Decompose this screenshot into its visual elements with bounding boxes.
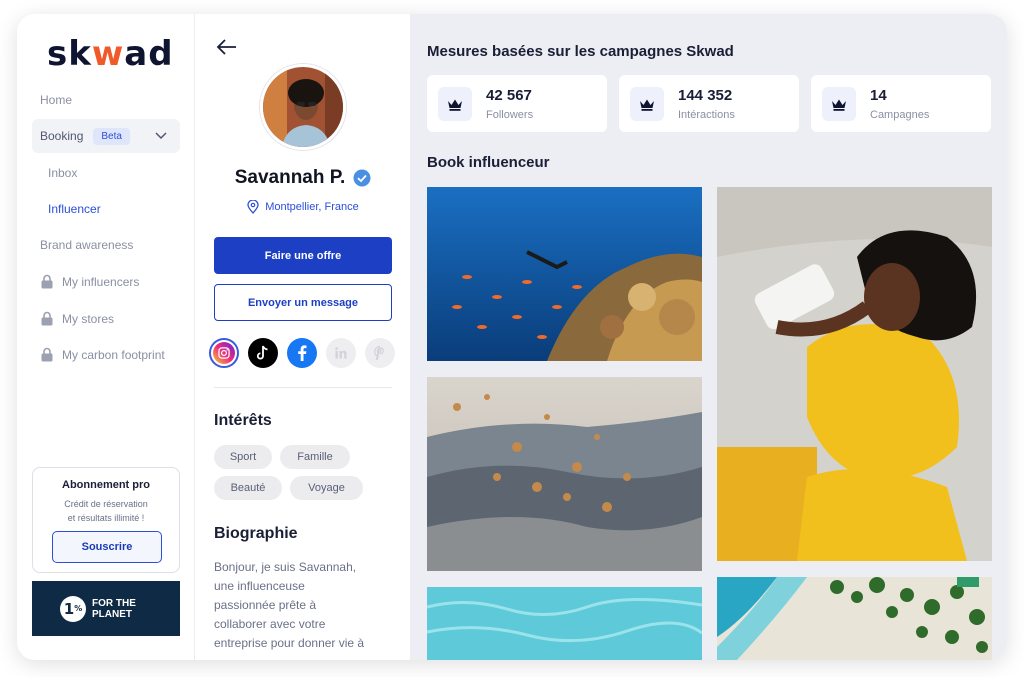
profile-name: Savannah P. xyxy=(234,167,346,188)
sidebar-item-label: My stores xyxy=(62,311,115,326)
interest-tag: Famille xyxy=(280,445,350,469)
sidebar-item-my-carbon-footprint[interactable]: My carbon footprint xyxy=(40,347,165,362)
facebook-icon xyxy=(298,345,307,361)
one-percent-for-the-planet-logo: 1% FOR THE PLANET xyxy=(32,581,180,636)
stat-label: Followers xyxy=(486,109,534,121)
tiktok-link[interactable] xyxy=(248,338,278,368)
instagram-icon xyxy=(213,342,235,364)
sidebar-item-label: Home xyxy=(40,93,73,107)
biography-line: Bonjour, je suis Savannah, xyxy=(214,560,357,574)
stat-card-interactions: 144 352 Intéractions xyxy=(619,75,799,132)
interests-title: Intérêts xyxy=(214,412,272,429)
location-text: Montpellier, France xyxy=(265,201,359,213)
pool-image xyxy=(427,587,702,660)
lock-icon xyxy=(41,274,53,289)
sidebar-item-influencer[interactable]: Influencer xyxy=(48,202,101,216)
sidebar-item-my-influencers[interactable]: My influencers xyxy=(40,274,139,289)
profile-location: Montpellier, France xyxy=(195,200,411,214)
planet-line: PLANET xyxy=(92,608,132,620)
sidebar-item-label: Booking xyxy=(40,129,84,143)
sidebar-item-brand-awareness[interactable]: Brand awareness xyxy=(40,238,133,252)
crown-icon-wrap xyxy=(630,87,664,121)
biography-text: Bonjour, je suis Savannah, une influence… xyxy=(214,558,394,653)
biography-title: Biographie xyxy=(214,525,298,542)
biography-line: passionnée prête à xyxy=(214,598,317,612)
biography-line: une influenceuse xyxy=(214,579,305,593)
stat-card-followers: 42 567 Followers xyxy=(427,75,607,132)
lock-icon xyxy=(41,311,53,326)
subscription-line: et résultats illimité ! xyxy=(67,513,145,523)
send-message-button[interactable]: Envoyer un message xyxy=(214,284,392,321)
arrow-left-icon[interactable] xyxy=(216,38,238,56)
stat-label: Intéractions xyxy=(678,109,735,121)
profile-name-row: Savannah P. xyxy=(195,167,411,189)
social-links xyxy=(209,338,395,368)
chevron-down-icon xyxy=(155,132,167,140)
sidebar-item-home[interactable]: Home xyxy=(40,93,72,107)
sidebar-item-label: Influencer xyxy=(48,202,101,216)
biography-line: entreprise pour donner vie à xyxy=(214,636,365,650)
avatar-image xyxy=(263,67,343,147)
crown-icon xyxy=(448,99,462,111)
stat-label: Campagnes xyxy=(870,109,930,121)
sidebar-item-inbox[interactable]: Inbox xyxy=(48,166,77,180)
crown-icon xyxy=(640,99,654,111)
facebook-link[interactable] xyxy=(287,338,317,368)
metrics-title: Mesures basées sur les campagnes Skwad xyxy=(427,43,734,60)
stat-value: 144 352 xyxy=(678,87,733,104)
sidebar-item-booking[interactable]: Booking Beta xyxy=(32,119,180,153)
sidebar-item-label: Brand awareness xyxy=(40,238,134,252)
book-photo-pool[interactable] xyxy=(427,587,702,660)
interest-tag: Voyage xyxy=(290,476,363,500)
sidebar-item-label: My carbon footprint xyxy=(62,347,165,362)
influencer-profile-panel: Savannah P. Montpellier, France Faire un… xyxy=(195,14,411,660)
planet-text: FOR THE PLANET xyxy=(92,598,152,620)
book-photo-balloons[interactable] xyxy=(427,377,702,571)
verified-badge-icon xyxy=(353,169,371,187)
subscription-line: Crédit de réservation xyxy=(64,499,148,509)
app-window: skwad Home Booking Beta Inbox Influencer… xyxy=(17,14,1007,660)
book-title: Book influenceur xyxy=(427,154,550,171)
crown-icon xyxy=(832,99,846,111)
subscription-title: Abonnement pro xyxy=(62,479,150,491)
crown-icon-wrap xyxy=(822,87,856,121)
book-photo-underwater[interactable] xyxy=(427,187,702,361)
subscription-description: Crédit de réservation et résultats illim… xyxy=(33,497,179,525)
pinterest-link[interactable] xyxy=(365,338,395,368)
sidebar: skwad Home Booking Beta Inbox Influencer… xyxy=(17,14,195,660)
lock-icon xyxy=(41,347,53,362)
sidebar-item-label: Inbox xyxy=(48,166,78,180)
beach-image xyxy=(717,577,992,660)
tiktok-icon xyxy=(256,345,268,360)
linkedin-link[interactable] xyxy=(326,338,356,368)
beta-badge: Beta xyxy=(93,127,130,145)
make-offer-button[interactable]: Faire une offre xyxy=(214,237,392,274)
subscribe-button[interactable]: Souscrire xyxy=(52,531,162,563)
avatar xyxy=(260,64,346,150)
location-pin-icon xyxy=(247,200,259,214)
book-photo-portrait[interactable] xyxy=(717,187,992,561)
stat-card-campaigns: 14 Campagnes xyxy=(811,75,991,132)
biography-line: collaborer avec votre xyxy=(214,617,326,631)
main-content: Mesures basées sur les campagnes Skwad 4… xyxy=(411,14,1007,660)
planet-line: FOR THE xyxy=(92,597,136,609)
portrait-image xyxy=(717,187,992,561)
pinterest-icon xyxy=(374,346,384,360)
book-photo-beach[interactable] xyxy=(717,577,992,660)
sidebar-item-my-stores[interactable]: My stores xyxy=(40,311,114,326)
underwater-image xyxy=(427,187,702,361)
stat-value: 42 567 xyxy=(486,87,532,104)
crown-icon-wrap xyxy=(438,87,472,121)
balloons-image xyxy=(427,377,702,571)
stat-value: 14 xyxy=(870,87,887,104)
linkedin-icon xyxy=(335,347,347,359)
skwad-logo[interactable]: skwad xyxy=(47,34,174,74)
interest-tag: Beauté xyxy=(214,476,282,500)
divider xyxy=(214,387,392,388)
one-percent-badge: 1% xyxy=(60,595,86,622)
instagram-link[interactable] xyxy=(209,338,239,368)
sidebar-item-label: My influencers xyxy=(62,274,140,289)
subscription-card: Abonnement pro Crédit de réservation et … xyxy=(32,467,180,573)
interest-tag: Sport xyxy=(214,445,272,469)
